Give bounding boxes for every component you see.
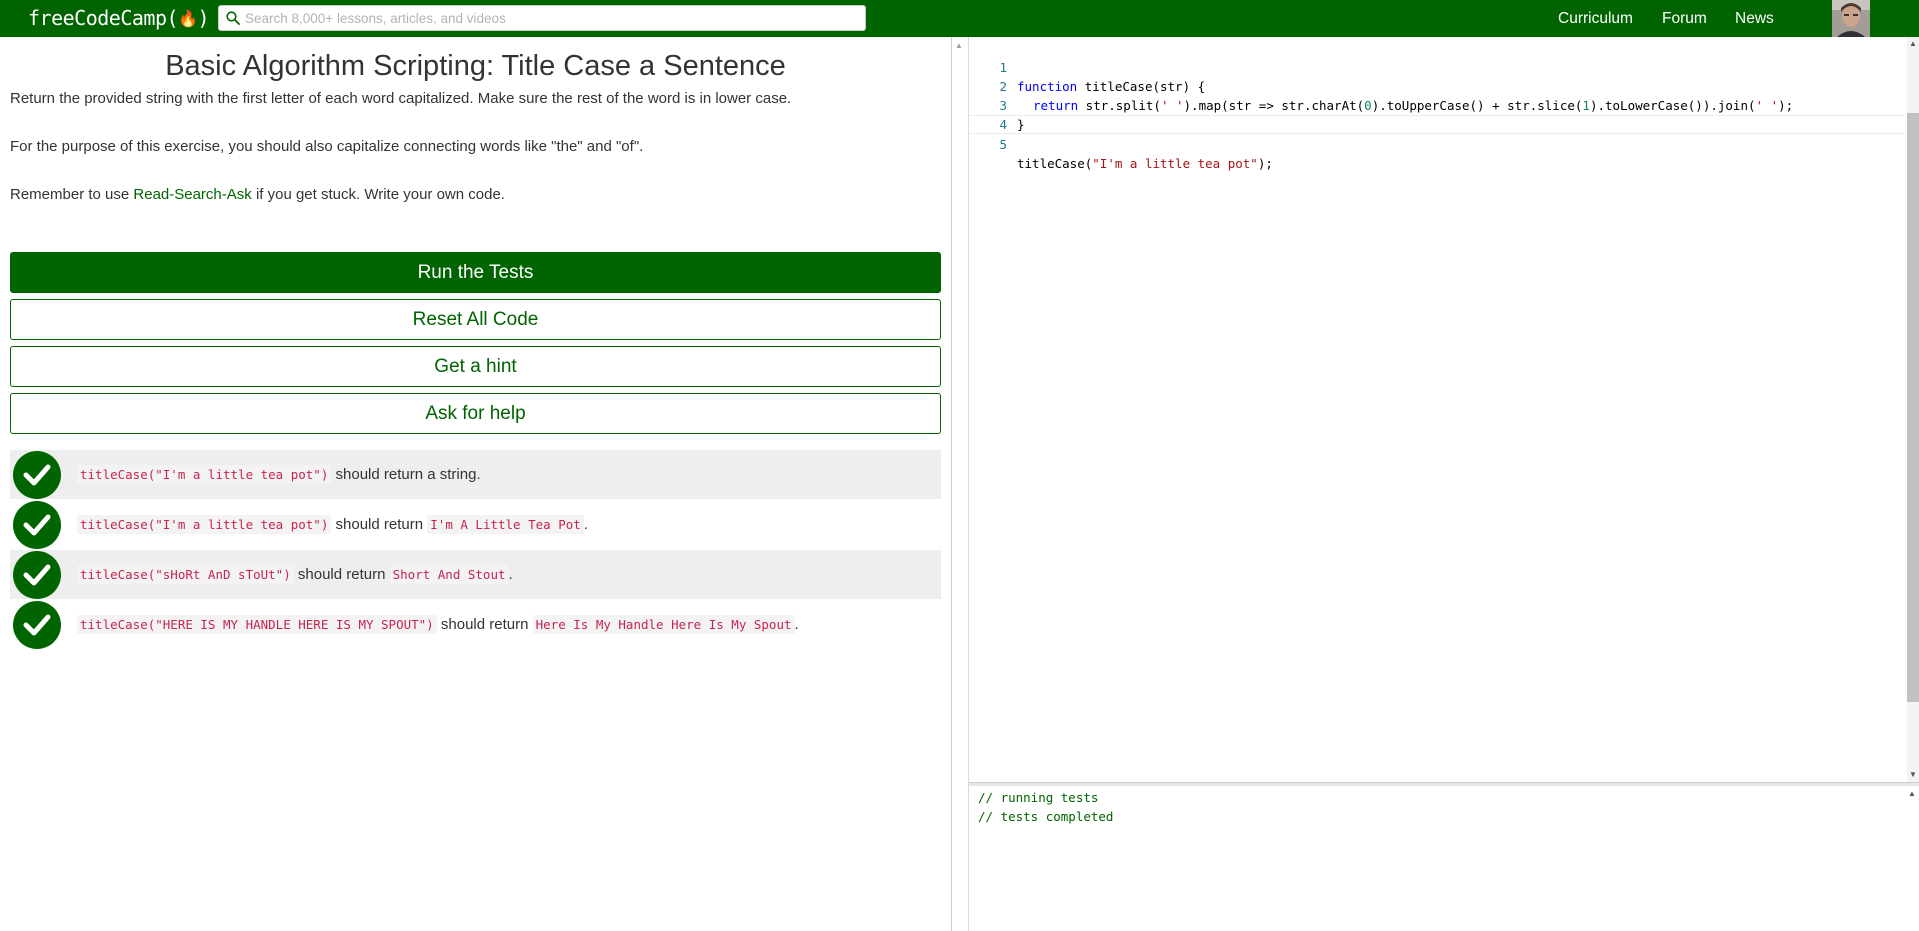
search-icon — [226, 11, 240, 25]
instructions-panel: Basic Algorithm Scripting: Title Case a … — [0, 37, 951, 931]
search-box[interactable] — [218, 5, 866, 31]
user-avatar-icon — [1832, 0, 1870, 37]
read-search-ask-link[interactable]: Read-Search-Ask — [133, 186, 251, 203]
scroll-down-icon[interactable]: ▼ — [1909, 770, 1917, 779]
challenge-description: Return the provided string with the firs… — [10, 90, 792, 107]
pane-splitter[interactable]: ▲ — [951, 37, 969, 931]
challenge-note: For the purpose of this exercise, you sh… — [10, 138, 644, 155]
test-code: titleCase("HERE IS MY HANDLE HERE IS MY … — [77, 615, 437, 634]
nav-link-news[interactable]: News — [1735, 0, 1774, 37]
test-row: titleCase("HERE IS MY HANDLE HERE IS MY … — [10, 600, 941, 649]
test-expected: I'm A Little Tea Pot — [427, 515, 584, 534]
search-input[interactable] — [245, 6, 855, 30]
code-line[interactable]: 3 } — [969, 77, 1904, 132]
console-line: // running tests — [978, 790, 1099, 805]
check-icon — [13, 551, 61, 599]
challenge-title: Basic Algorithm Scripting: Title Case a … — [165, 50, 786, 82]
reset-code-button[interactable]: Reset All Code — [10, 299, 941, 340]
flame-icon: 🔥 — [178, 9, 198, 28]
check-icon — [13, 601, 61, 649]
run-tests-button[interactable]: Run the Tests — [10, 252, 941, 293]
test-description: titleCase("HERE IS MY HANDLE HERE IS MY … — [77, 600, 799, 649]
code-line[interactable]: 1 function titleCase(str) { — [969, 39, 1904, 94]
nav-link-curriculum[interactable]: Curriculum — [1558, 0, 1633, 37]
test-row: titleCase("I'm a little tea pot") should… — [10, 450, 941, 499]
reminder-text-before: Remember to use — [10, 186, 134, 203]
ask-for-help-button[interactable]: Ask for help — [10, 393, 941, 434]
test-description: titleCase("I'm a little tea pot") should… — [77, 450, 481, 499]
test-row: titleCase("sHoRt AnD sToUt") should retu… — [10, 550, 941, 599]
nav-link-forum[interactable]: Forum — [1662, 0, 1707, 37]
freecodecamp-logo[interactable]: freeCodeCamp(🔥) — [28, 4, 209, 32]
test-description: titleCase("I'm a little tea pot") should… — [77, 500, 588, 549]
logo-text-close: ) — [197, 6, 210, 30]
test-row: titleCase("I'm a little tea pot") should… — [10, 500, 941, 549]
test-description: titleCase("sHoRt AnD sToUt") should retu… — [77, 550, 513, 599]
test-tail: . — [794, 616, 799, 633]
editor-scrollbar[interactable]: ▲ ▼ — [1907, 37, 1919, 782]
collapse-arrow-icon[interactable]: ▲ — [955, 41, 963, 50]
test-tail: . — [583, 516, 588, 533]
console-line: // tests completed — [978, 809, 1114, 824]
scroll-up-icon[interactable]: ▲ — [1908, 789, 1916, 798]
reminder-text-after: if you get stuck. Write your own code. — [251, 186, 505, 203]
scroll-up-icon[interactable]: ▲ — [1909, 39, 1917, 48]
test-text: should return a string. — [335, 466, 481, 483]
console-scrollbar[interactable]: ▲ — [1907, 786, 1919, 931]
code-line[interactable]: 4 — [969, 96, 1904, 132]
test-text: should return — [335, 516, 424, 533]
avatar[interactable] — [1832, 0, 1870, 37]
test-code: titleCase("I'm a little tea pot") — [77, 515, 332, 534]
output-console: // running tests // tests completed — [969, 786, 1919, 931]
get-hint-button[interactable]: Get a hint — [10, 346, 941, 387]
check-icon — [13, 451, 61, 499]
test-expected: Here Is My Handle Here Is My Spout — [532, 615, 795, 634]
code-editor[interactable]: 1 function titleCase(str) { 2 return str… — [969, 37, 1919, 782]
scrollbar-thumb[interactable] — [1907, 113, 1919, 702]
code-line[interactable]: 2 return str.split(' ').map(str => str.c… — [969, 58, 1904, 113]
test-tail: . — [508, 566, 513, 583]
test-code: titleCase("I'm a little tea pot") — [77, 465, 332, 484]
check-icon — [13, 501, 61, 549]
test-text: should return — [440, 616, 529, 633]
line-number: 5 — [999, 137, 1007, 152]
test-code: titleCase("sHoRt AnD sToUt") — [77, 565, 294, 584]
top-navbar: freeCodeCamp(🔥) Curriculum Forum News — [0, 0, 1919, 38]
line-content: titleCase("I'm a little tea pot"); — [1017, 156, 1273, 171]
test-text: should return — [297, 566, 386, 583]
logo-text: freeCodeCamp( — [28, 6, 179, 30]
challenge-reminder: Remember to use Read-Search-Ask if you g… — [10, 186, 505, 203]
test-expected: Short And Stout — [389, 565, 509, 584]
code-line-current[interactable]: 5 titleCase("I'm a little tea pot"); — [969, 115, 1904, 171]
